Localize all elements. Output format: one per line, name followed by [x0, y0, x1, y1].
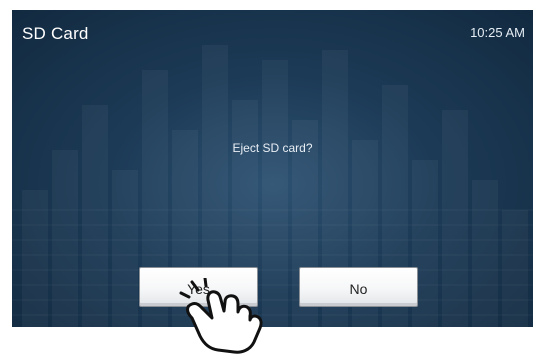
device-frame: SD Card 10:25 AM Eject SD card? Yes No: [0, 0, 544, 354]
clock-time: 10:25 AM: [470, 25, 525, 40]
no-button[interactable]: No: [299, 267, 418, 307]
tapping-hand-icon: [179, 278, 263, 354]
confirm-message: Eject SD card?: [232, 141, 313, 155]
screen-title: SD Card: [22, 24, 89, 43]
